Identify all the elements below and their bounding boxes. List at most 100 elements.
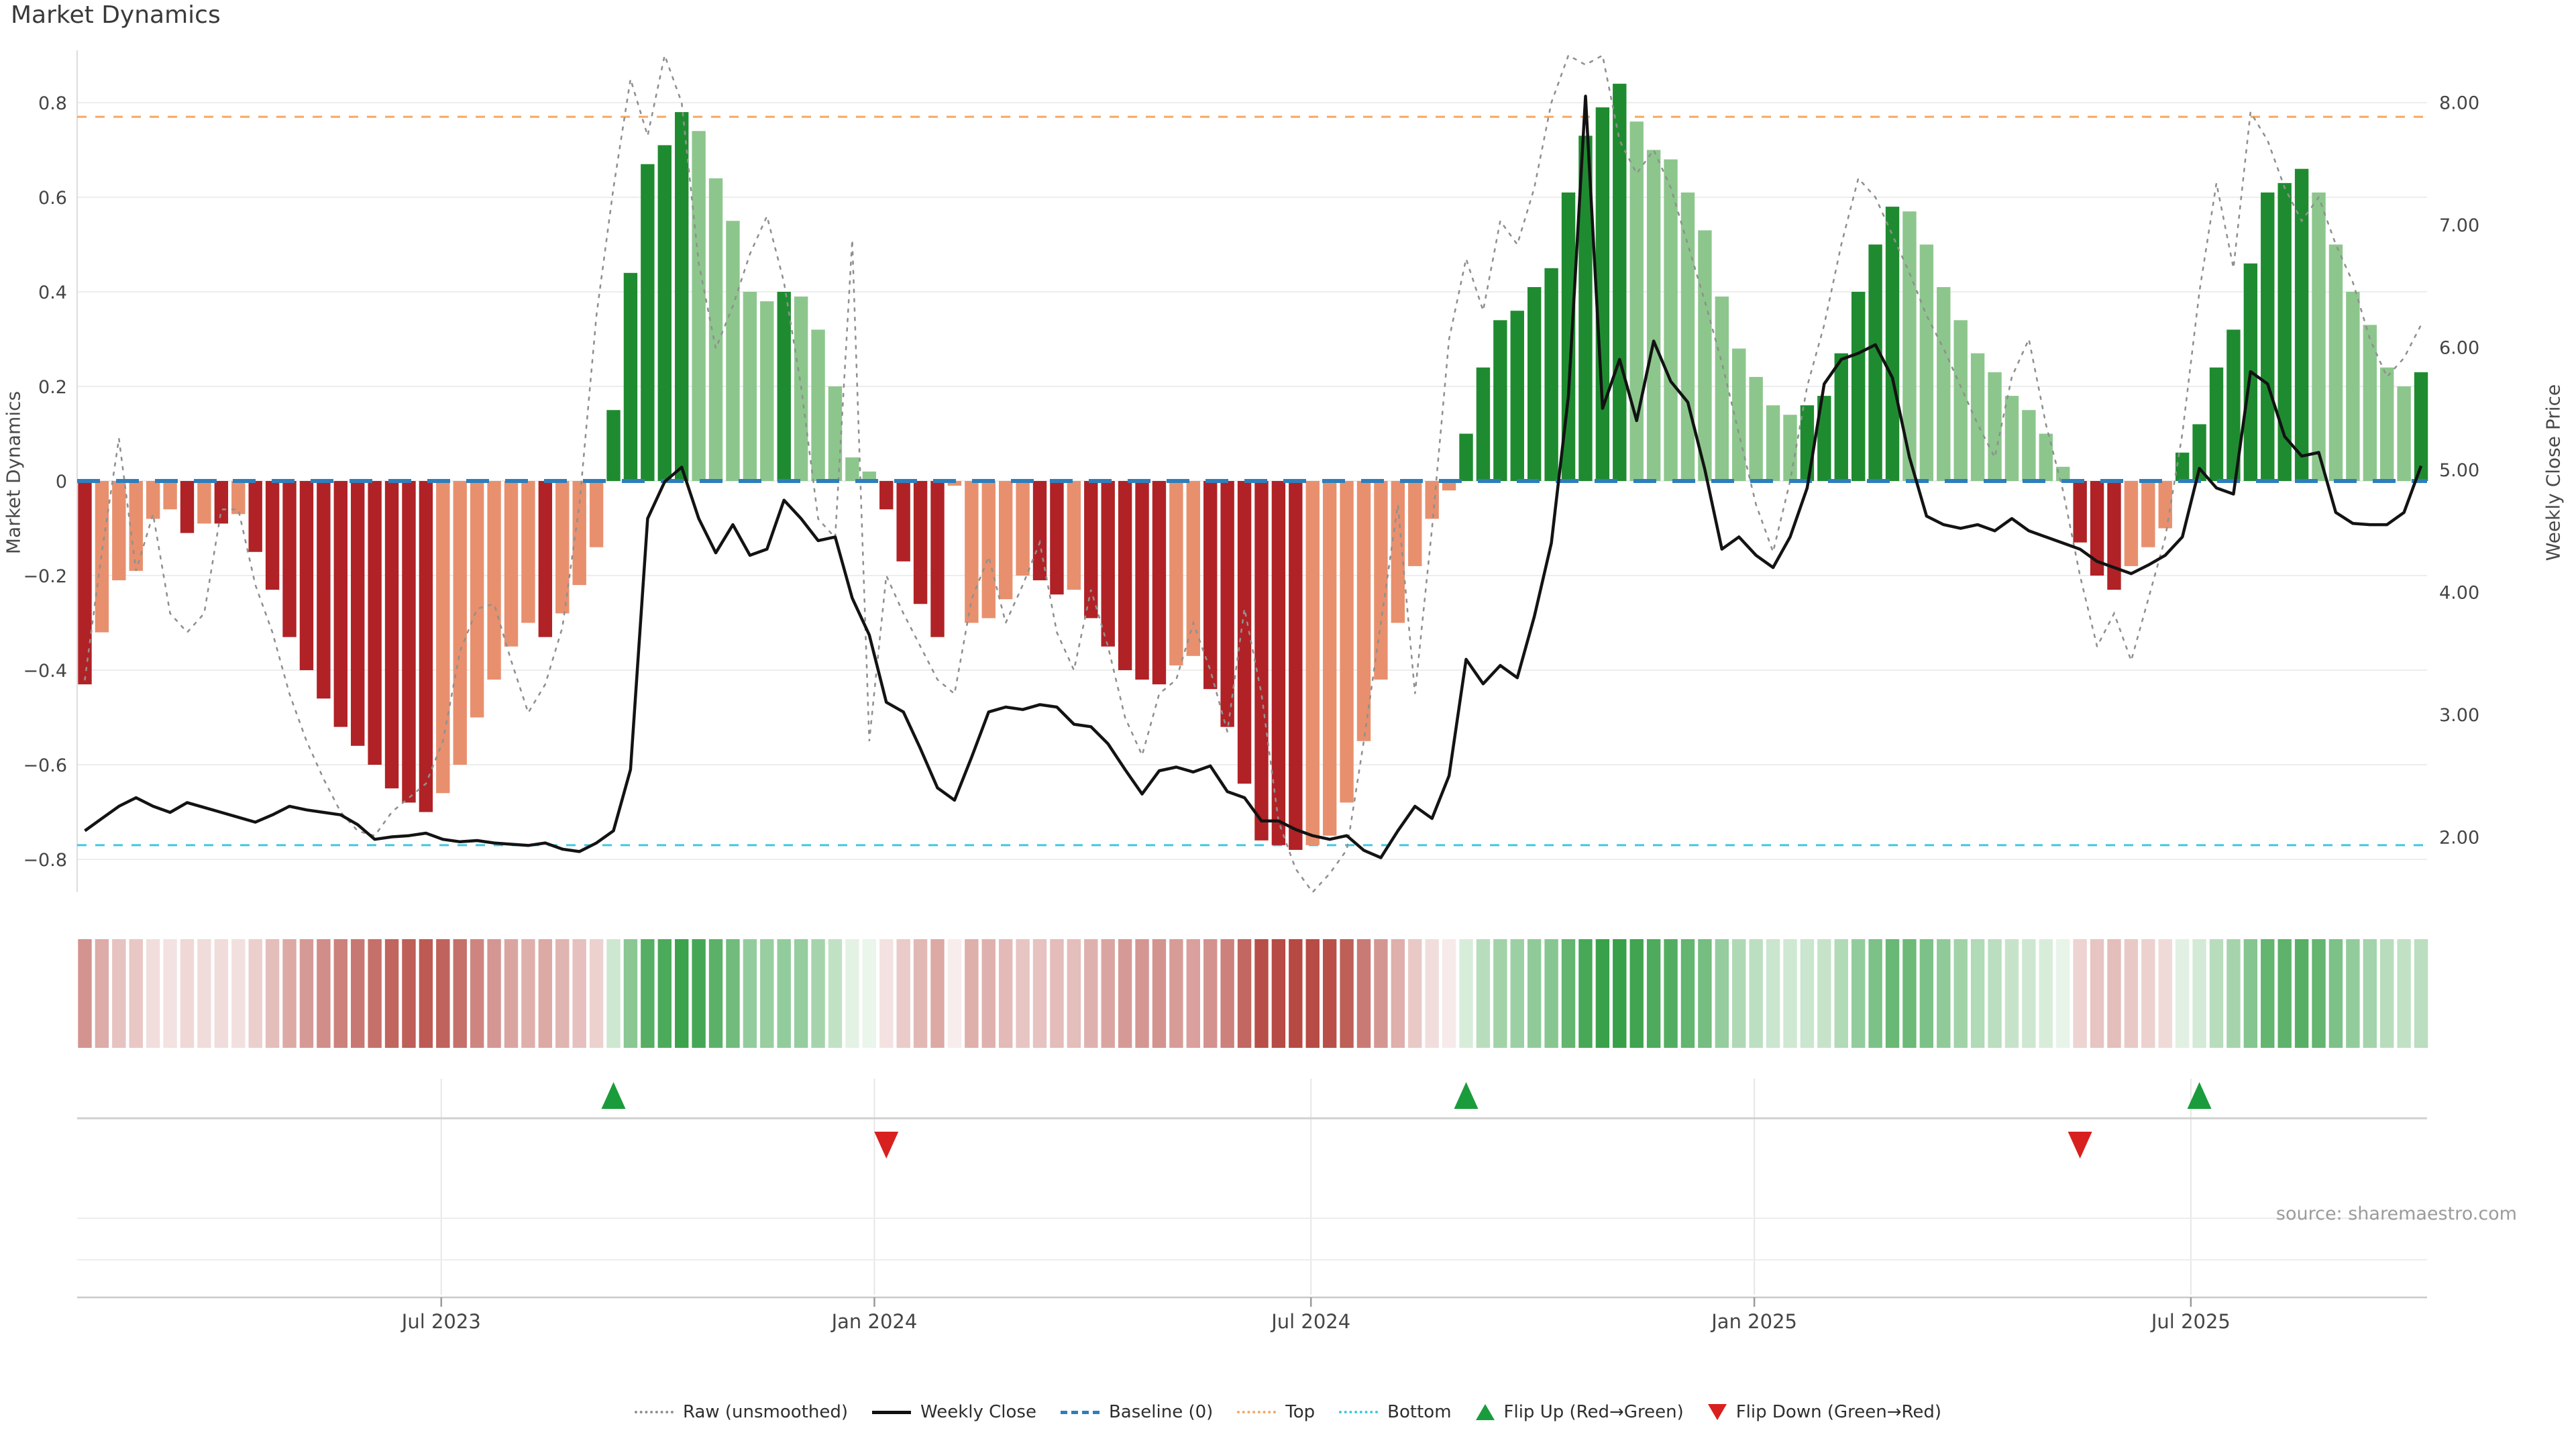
legend-label: Raw (unsmoothed) [682, 1402, 849, 1422]
dynamics-bar [317, 481, 331, 699]
heatmap-cell [981, 939, 996, 1048]
dynamics-bar [112, 481, 126, 581]
dynamics-bar [1629, 121, 1644, 481]
dynamics-bar [1646, 150, 1661, 481]
dynamics-bar [2158, 481, 2172, 529]
dynamics-bar [2141, 481, 2155, 547]
dynamics-bar [1766, 405, 1780, 481]
heatmap-cell [1186, 939, 1200, 1048]
heatmap-cell [657, 939, 672, 1048]
dynamics-bar [180, 481, 195, 533]
dynamics-bar [436, 481, 450, 794]
heatmap-cell [2004, 939, 2019, 1048]
heatmap-cell [1032, 939, 1047, 1048]
heatmap-cell [78, 939, 92, 1048]
legend-label: Weekly Close [920, 1402, 1036, 1422]
dynamics-bar [1715, 297, 1729, 481]
heatmap-cell [1595, 939, 1610, 1048]
heatmap-cell [538, 939, 553, 1048]
dynamics-bar [930, 481, 945, 637]
dynamics-bar [2397, 386, 2411, 481]
legend-line-sample [1060, 1410, 1099, 1414]
heatmap-cell [521, 939, 535, 1048]
heatmap-cell [384, 939, 399, 1048]
dynamics-bar [1084, 481, 1098, 619]
dynamics-bar [214, 481, 229, 524]
heatmap-cell [1459, 939, 1473, 1048]
legend-label: Bottom [1387, 1402, 1452, 1422]
dynamics-bar [1135, 481, 1149, 680]
dynamics-bar [351, 481, 365, 746]
x-tick-label: Jul 2024 [1270, 1310, 1350, 1333]
heatmap-cell [862, 939, 877, 1048]
heatmap-cell [947, 939, 962, 1048]
dynamics-bar [879, 481, 894, 510]
heatmap-cell [1118, 939, 1132, 1048]
dynamics-bar [692, 131, 706, 482]
heatmap-cell [998, 939, 1013, 1048]
heatmap-cell [2243, 939, 2258, 1048]
dynamics-bar [675, 112, 689, 482]
dynamics-bar [1544, 268, 1558, 481]
heatmap-cell [2380, 939, 2394, 1048]
dynamics-bar [1152, 481, 1167, 685]
dynamics-bar [1425, 481, 1439, 519]
heatmap-cell [2363, 939, 2377, 1048]
heatmap-cell [1084, 939, 1098, 1048]
x-tick-label: Jul 2023 [400, 1310, 481, 1333]
dynamics-bar [368, 481, 382, 765]
dynamics-bar [129, 481, 143, 571]
heatmap-cell [760, 939, 774, 1048]
heatmap-cell [1289, 939, 1303, 1048]
dynamics-bar [606, 410, 621, 481]
dynamics-bar [1510, 311, 1524, 481]
heatmap-cell [2175, 939, 2190, 1048]
heatmap-cell [2192, 939, 2206, 1048]
heatmap-cell [333, 939, 347, 1048]
heatmap-cell [2090, 939, 2104, 1048]
dynamics-bar [811, 329, 825, 481]
dynamics-bar [384, 481, 399, 789]
dynamics-bar [1613, 83, 1627, 482]
heatmap-cell [1732, 939, 1746, 1048]
heatmap-cell [2073, 939, 2087, 1048]
dynamics-bar [1322, 481, 1337, 836]
dynamics-bar [1289, 481, 1303, 850]
dynamics-bar [1851, 292, 1866, 481]
heatmap-cell [1766, 939, 1780, 1048]
weekly-close-line [84, 95, 2423, 859]
dynamics-bar [333, 481, 347, 727]
dynamics-bar [708, 178, 723, 481]
heatmap-cell [1919, 939, 1934, 1048]
heatmap-cell [692, 939, 706, 1048]
legend-line-sample [1339, 1411, 1379, 1413]
dynamics-bar [2294, 168, 2309, 481]
dynamics-bar [623, 272, 638, 481]
heatmap-cell [214, 939, 229, 1048]
heatmap-cell [1578, 939, 1593, 1048]
heatmap-cell [1561, 939, 1576, 1048]
heatmap-cell [555, 939, 570, 1048]
heatmap-cell [163, 939, 177, 1048]
dynamics-bar [828, 386, 843, 481]
flip-up-marker [601, 1082, 626, 1109]
raw-line [84, 52, 2422, 894]
dynamics-bar [1527, 286, 1542, 481]
heatmap-cell [1425, 939, 1439, 1048]
heatmap-cell [913, 939, 928, 1048]
heatmap-cell [1016, 939, 1030, 1048]
left-tick-label: −0.4 [23, 661, 67, 682]
dynamics-bar [726, 221, 740, 481]
heatmap-cell [1050, 939, 1064, 1048]
heatmap-cell [317, 939, 331, 1048]
chart-canvas: Jul 2023 Jan 2024 Jul 2024 Jan 2025 Jul 2025… [23, 50, 2479, 1333]
left-tick-label: 0.2 [38, 377, 67, 398]
right-tick-label: 6.00 [2439, 338, 2479, 359]
legend-line-sample [872, 1410, 912, 1414]
dynamics-bar [981, 481, 996, 619]
dynamics-bar [913, 481, 928, 604]
heatmap-cell [351, 939, 365, 1048]
right-tick-label: 5.00 [2439, 460, 2479, 481]
dynamics-bar [777, 292, 791, 481]
dynamics-bar [1016, 481, 1030, 576]
